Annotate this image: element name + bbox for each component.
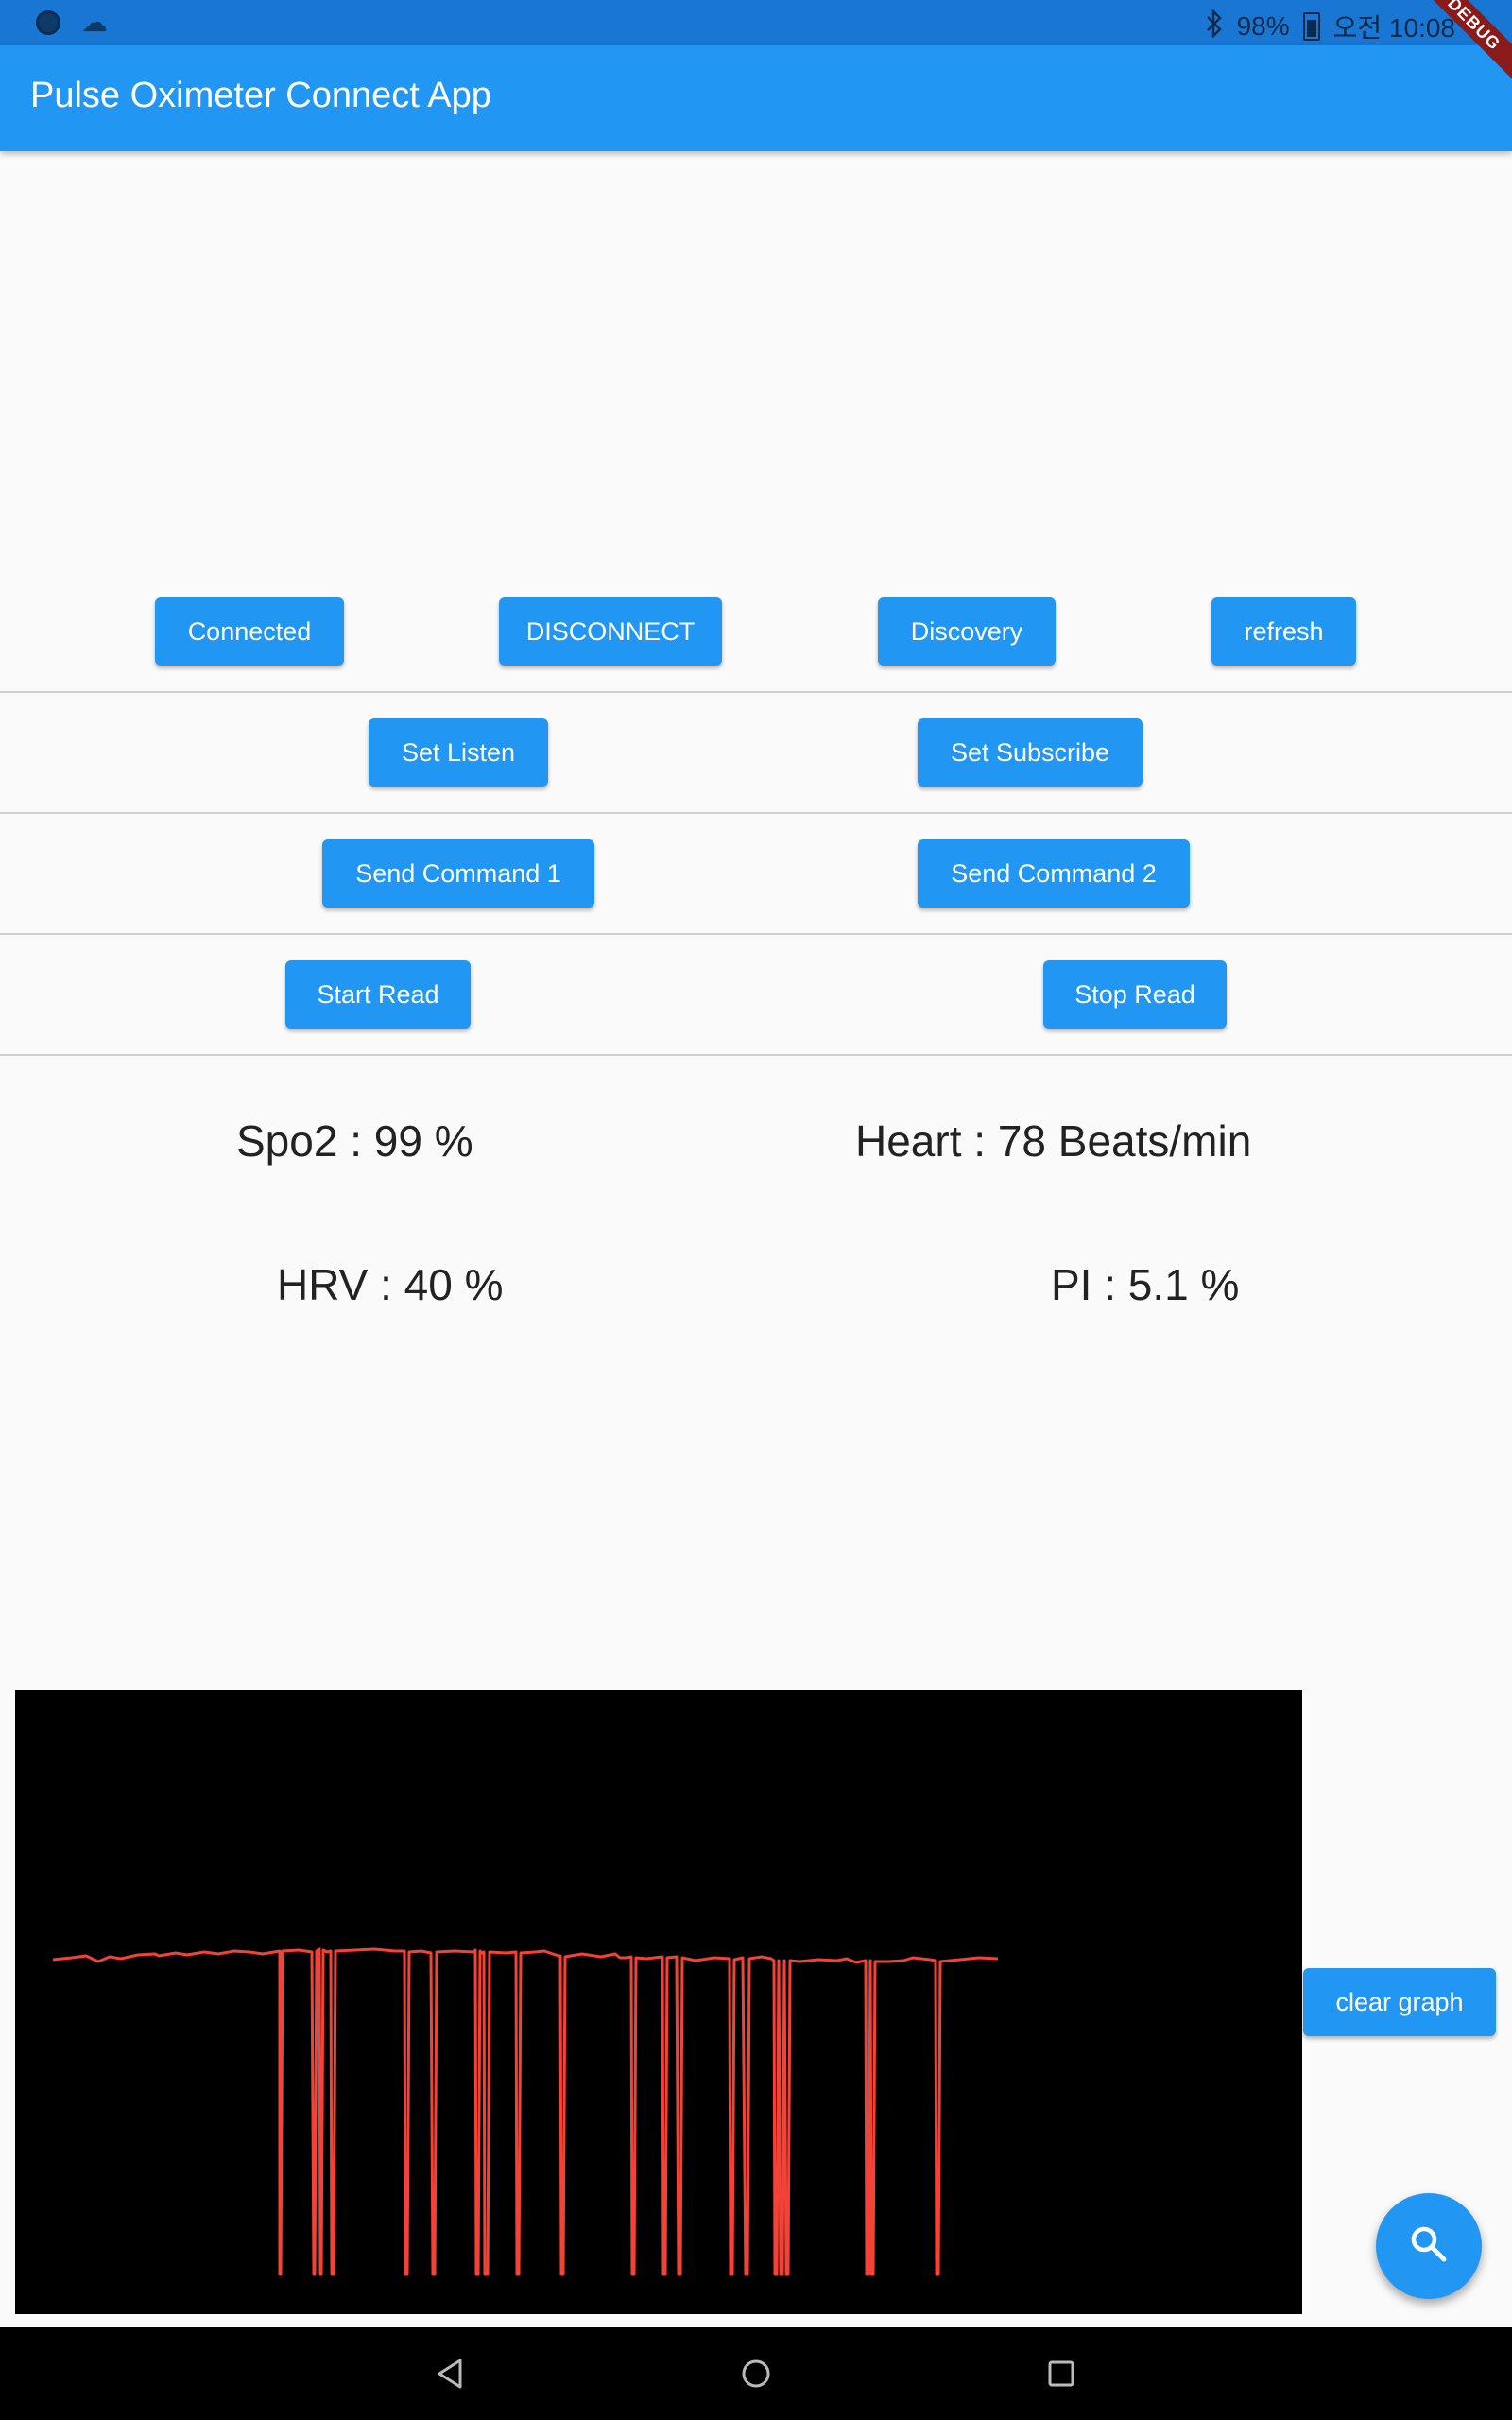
divider bbox=[0, 933, 1512, 935]
hrv-reading: HRV : 40 % bbox=[277, 1260, 504, 1309]
battery-percent: 98% bbox=[1236, 11, 1290, 41]
app-bar: Pulse Oximeter Connect App bbox=[0, 45, 1512, 151]
recents-nav-icon[interactable] bbox=[1040, 2352, 1083, 2395]
set-listen-button[interactable]: Set Listen bbox=[369, 718, 548, 786]
send-command-2-button[interactable]: Send Command 2 bbox=[918, 839, 1190, 908]
stop-read-button[interactable]: Stop Read bbox=[1043, 960, 1227, 1028]
set-subscribe-button[interactable]: Set Subscribe bbox=[918, 718, 1143, 786]
system-nav-bar bbox=[0, 2327, 1512, 2420]
pi-reading: PI : 5.1 % bbox=[1051, 1260, 1240, 1309]
battery-icon bbox=[1302, 12, 1320, 41]
pulse-waveform-line bbox=[52, 1947, 999, 2276]
spo2-reading: Spo2 : 99 % bbox=[236, 1116, 473, 1166]
divider bbox=[0, 812, 1512, 814]
pulse-waveform-graph bbox=[15, 1690, 1302, 2314]
clock: 오전 10:08 bbox=[1332, 13, 1455, 43]
connected-button[interactable]: Connected bbox=[155, 597, 344, 666]
bluetooth-icon bbox=[1205, 8, 1224, 44]
divider bbox=[0, 691, 1512, 693]
search-fab-button[interactable] bbox=[1376, 2193, 1482, 2299]
refresh-button[interactable]: refresh bbox=[1211, 597, 1356, 666]
clear-graph-button[interactable]: clear graph bbox=[1303, 1968, 1496, 2036]
start-read-button[interactable]: Start Read bbox=[285, 960, 471, 1028]
app-title: Pulse Oximeter Connect App bbox=[30, 76, 491, 115]
divider bbox=[0, 1054, 1512, 1056]
status-bar: ☁ 98% 오전 10:08 bbox=[0, 0, 1512, 45]
search-icon bbox=[1408, 2223, 1450, 2270]
discovery-button[interactable]: Discovery bbox=[878, 597, 1056, 666]
disconnect-button[interactable]: DISCONNECT bbox=[499, 597, 722, 666]
heart-rate-reading: Heart : 78 Beats/min bbox=[855, 1116, 1252, 1166]
back-nav-icon[interactable] bbox=[429, 2352, 472, 2395]
home-nav-icon[interactable] bbox=[734, 2352, 778, 2395]
cloud-icon: ☁ bbox=[81, 8, 108, 37]
send-command-1-button[interactable]: Send Command 1 bbox=[322, 839, 594, 908]
waveform-svg bbox=[52, 1947, 999, 2276]
notification-dot-icon bbox=[36, 10, 60, 35]
